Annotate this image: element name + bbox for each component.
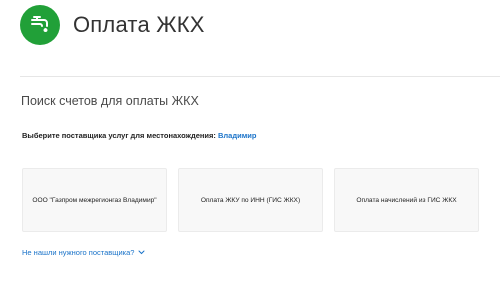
provider-card-label: Оплата ЖКУ по ИНН (ГИС ЖКХ): [200, 196, 301, 204]
provider-card-label: Оплата начислений из ГИС ЖКХ: [356, 196, 457, 204]
location-city-link[interactable]: Владимир: [218, 131, 256, 140]
provider-card-label: ООО "Газпром межрегионгаз Владимир": [32, 196, 157, 204]
provider-not-found-link[interactable]: Не нашли нужного поставщика?: [22, 248, 145, 257]
chevron-down-icon: [138, 250, 145, 255]
header-divider: [20, 76, 500, 77]
provider-cards: ООО "Газпром межрегионгаз Владимир" Опла…: [22, 168, 479, 232]
page-title: Оплата ЖКХ: [73, 12, 205, 37]
water-tap-icon: [20, 5, 60, 45]
location-selector: Выберите поставщика услуг для местонахож…: [22, 131, 256, 140]
page: Оплата ЖКХ Поиск счетов для оплаты ЖКХ В…: [0, 0, 500, 305]
provider-not-found-label: Не нашли нужного поставщика?: [22, 248, 135, 257]
section-title: Поиск счетов для оплаты ЖКХ: [21, 94, 199, 108]
provider-card-gis[interactable]: Оплата начислений из ГИС ЖКХ: [334, 168, 479, 232]
provider-card-inn[interactable]: Оплата ЖКУ по ИНН (ГИС ЖКХ): [178, 168, 323, 232]
page-header: Оплата ЖКХ: [20, 5, 205, 45]
provider-card-gazprom[interactable]: ООО "Газпром межрегионгаз Владимир": [22, 168, 167, 232]
location-prompt: Выберите поставщика услуг для местонахож…: [22, 131, 216, 140]
